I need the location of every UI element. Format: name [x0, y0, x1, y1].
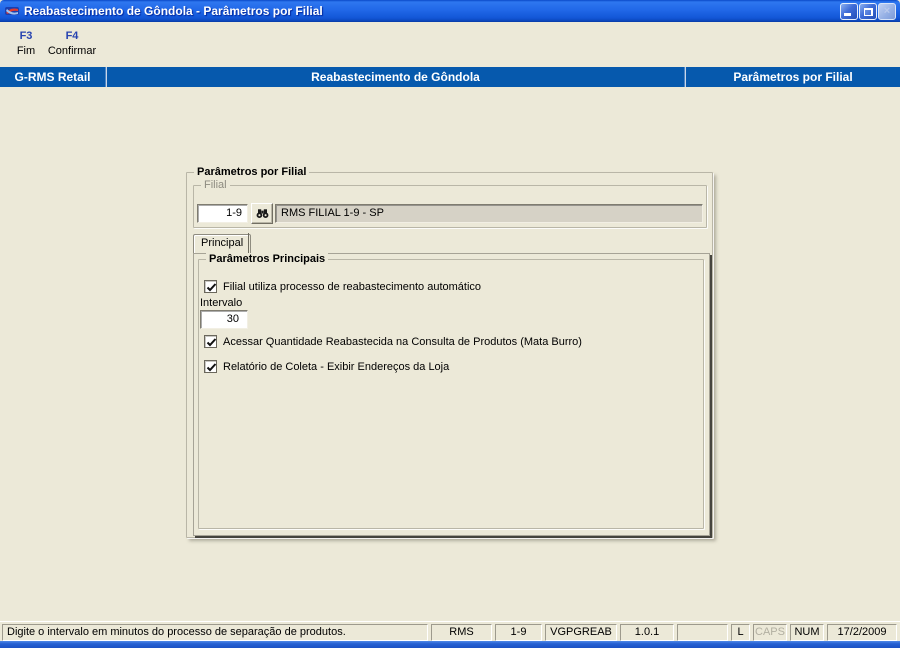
filial-search-button[interactable]	[251, 203, 273, 224]
minimize-button[interactable]	[840, 3, 858, 20]
status-program: VGPGREAB	[545, 624, 617, 641]
status-empty	[677, 624, 728, 641]
close-button[interactable]: ×	[878, 3, 896, 20]
intervalo-label: Intervalo	[200, 297, 243, 309]
checkbox-relatorio-coleta[interactable]: Relatório de Coleta - Exibir Endereços d…	[204, 360, 449, 373]
toolbar-button-fim[interactable]: F3 Fim	[10, 30, 42, 57]
checkbox-box[interactable]	[204, 360, 217, 373]
header-app-name: G-RMS Retail	[14, 70, 91, 84]
filial-code-input[interactable]: 1-9	[197, 204, 248, 223]
window-title: Reabastecimento de Gôndola - Parâmetros …	[24, 4, 323, 18]
fim-label: Fim	[16, 45, 36, 57]
checkbox-reabastecimento-automatico[interactable]: Filial utiliza processo de reabastecimen…	[204, 280, 481, 293]
title-bar: Reabastecimento de Gôndola - Parâmetros …	[0, 0, 900, 22]
check-icon	[206, 283, 217, 292]
intervalo-input[interactable]: 30	[200, 310, 248, 329]
minimize-icon	[844, 13, 851, 16]
checkbox-label: Relatório de Coleta - Exibir Endereços d…	[223, 360, 450, 373]
filial-group-title: Filial	[201, 179, 230, 192]
toolbar-button-confirmar[interactable]: F4 Confirmar	[47, 30, 97, 57]
parametros-principais-groupbox: Parâmetros Principais	[198, 253, 704, 529]
tab-principal[interactable]: Principal	[193, 234, 252, 253]
status-filial: 1-9	[495, 624, 542, 641]
close-icon: ×	[883, 5, 891, 17]
toolbar: F3 Fim F4 Confirmar	[0, 22, 900, 67]
restore-icon	[864, 8, 873, 16]
header-module-name: Reabastecimento de Gôndola	[311, 70, 480, 84]
check-icon	[206, 338, 217, 347]
f3-key-label: F3	[19, 30, 33, 42]
status-version: 1.0.1	[620, 624, 674, 641]
status-num-indicator: NUM	[790, 624, 824, 641]
restore-button[interactable]	[859, 3, 877, 20]
status-bar: Digite o intervalo em minutos do process…	[0, 621, 900, 641]
header-band: G-RMS Retail Reabastecimento de Gôndola …	[0, 67, 900, 87]
app-icon	[5, 7, 19, 15]
status-l-indicator: L	[731, 624, 750, 641]
tab-principal-label: Principal	[201, 237, 244, 249]
status-message: Digite o intervalo em minutos do process…	[2, 624, 428, 641]
filial-description-field: RMS FILIAL 1-9 - SP	[275, 204, 703, 223]
checkbox-mata-burro[interactable]: Acessar Quantidade Reabastecida na Consu…	[204, 335, 582, 348]
tab-separator	[248, 233, 249, 253]
status-user: RMS	[431, 624, 492, 641]
checkbox-box[interactable]	[204, 335, 217, 348]
confirmar-label: Confirmar	[47, 45, 97, 57]
status-date: 17/2/2009	[827, 624, 897, 641]
parametros-principais-title: Parâmetros Principais	[206, 253, 329, 266]
check-icon	[206, 363, 217, 372]
checkbox-label: Filial utiliza processo de reabastecimen…	[223, 280, 482, 293]
checkbox-box[interactable]	[204, 280, 217, 293]
f4-key-label: F4	[65, 30, 79, 42]
status-caps-indicator: CAPS	[753, 624, 787, 641]
bottom-edge-strip	[0, 641, 900, 648]
header-screen-name: Parâmetros por Filial	[733, 70, 853, 84]
groupbox-title: Parâmetros por Filial	[194, 166, 310, 179]
checkbox-label: Acessar Quantidade Reabastecida na Consu…	[223, 335, 582, 348]
search-icon	[256, 209, 268, 218]
